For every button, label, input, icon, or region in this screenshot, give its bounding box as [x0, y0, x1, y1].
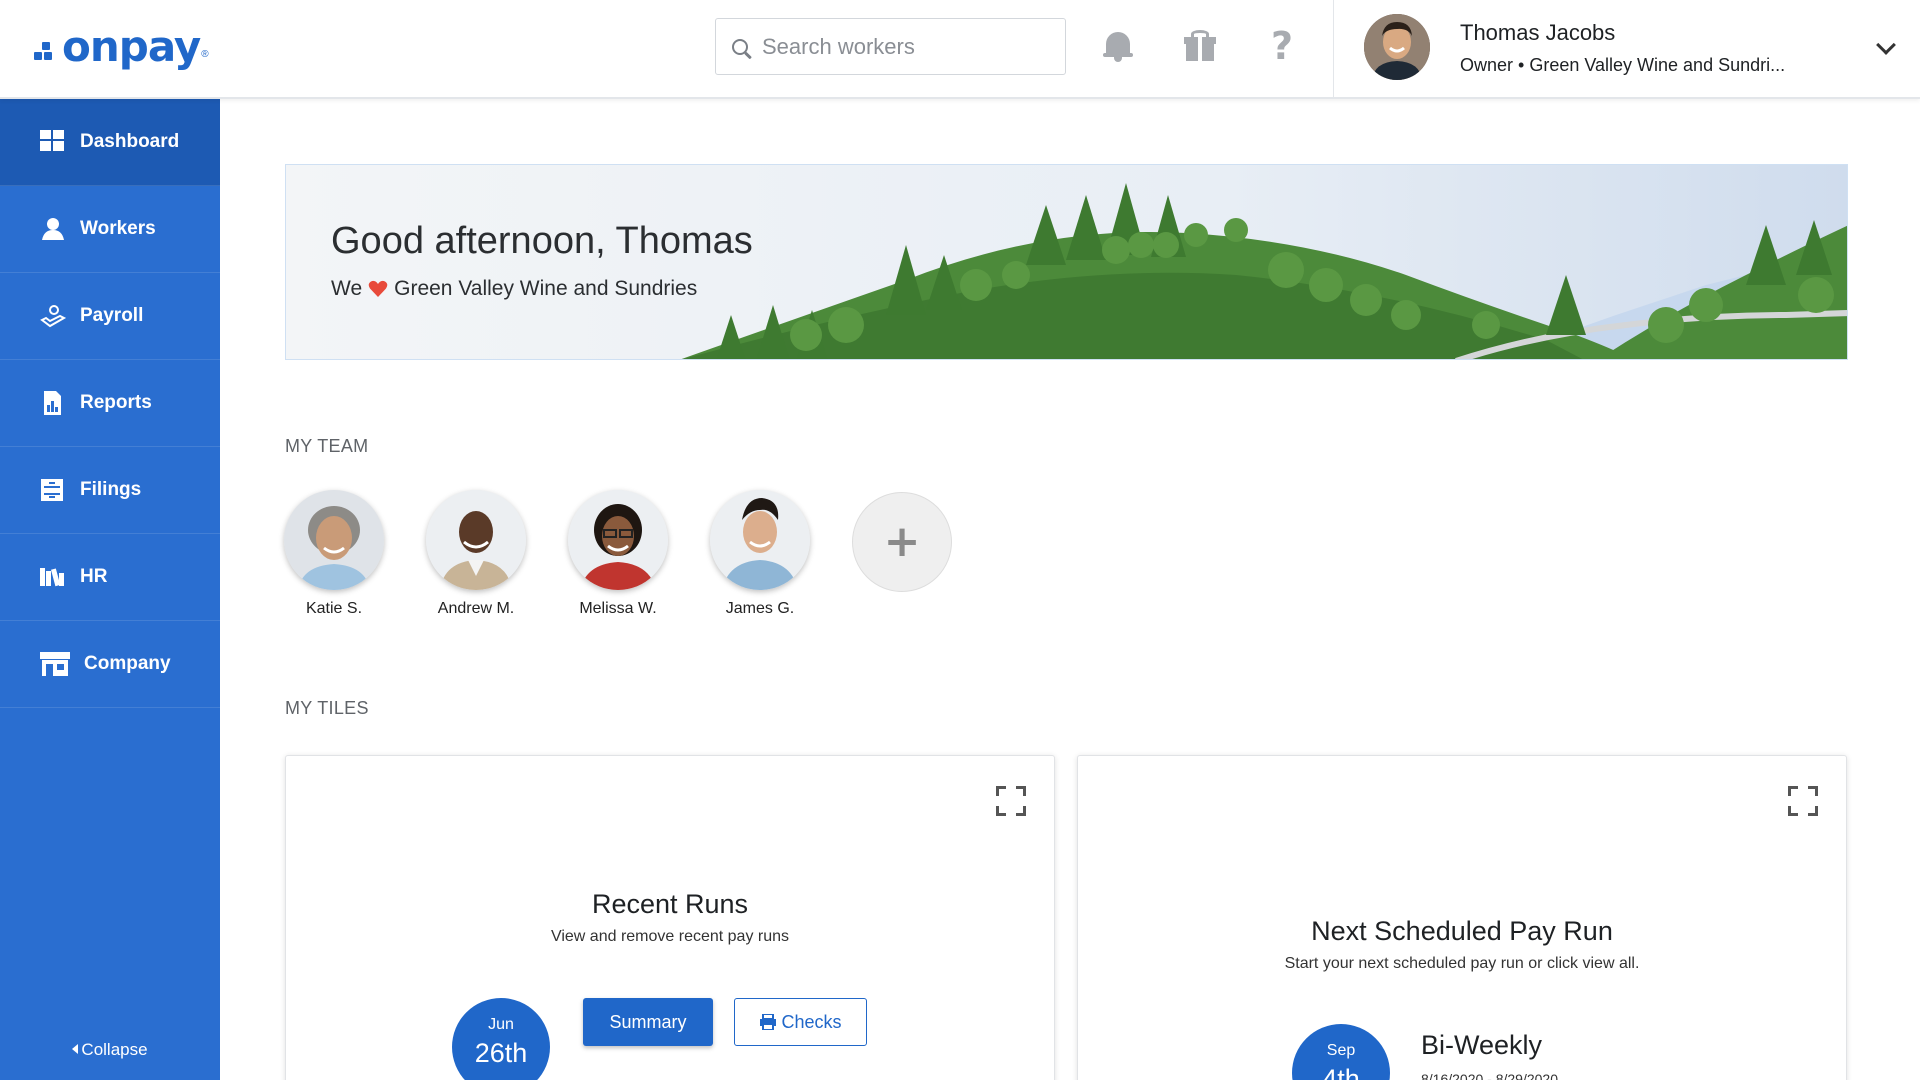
add-team-member-button[interactable]: + — [852, 492, 952, 592]
team-member-avatar[interactable] — [284, 490, 384, 590]
pay-frequency: Bi-Weekly — [1421, 1030, 1543, 1060]
sidebar-item-company[interactable]: Company — [0, 621, 220, 708]
payroll-icon — [40, 304, 67, 328]
greeting-subtitle: We Green Valley Wine and Sundries — [331, 277, 697, 301]
greeting-company: Green Valley Wine and Sundries — [394, 277, 698, 300]
chevron-down-icon[interactable] — [1876, 35, 1896, 55]
logo-registered-mark: ® — [201, 49, 209, 60]
sidebar-item-workers[interactable]: Workers — [0, 186, 220, 273]
expand-icon[interactable] — [996, 786, 1026, 816]
next-pay-run-day: 4th — [1322, 1064, 1360, 1080]
sidebar-item-label: Payroll — [80, 305, 144, 326]
tile-title: Recent Runs — [591, 889, 749, 919]
sidebar-item-hr[interactable]: HR — [0, 534, 220, 621]
next-pay-run-month: Sep — [1326, 1042, 1356, 1059]
collapse-button[interactable]: Collapse — [0, 1040, 220, 1060]
filings-icon — [40, 478, 66, 502]
sidebar-item-reports[interactable]: Reports — [0, 360, 220, 447]
hr-icon — [40, 565, 66, 589]
help-icon[interactable]: ? — [1262, 24, 1302, 68]
sidebar-item-dashboard[interactable]: Dashboard — [0, 99, 220, 186]
heart-icon — [368, 280, 388, 297]
pay-run-day: 26th — [474, 1038, 528, 1068]
tile-subtitle: View and remove recent pay runs — [550, 928, 790, 945]
printer-icon — [760, 1014, 777, 1030]
expand-icon[interactable] — [1788, 786, 1818, 816]
next-pay-run-tile: Next Scheduled Pay Run Start your next s… — [1077, 755, 1847, 1080]
pay-period-range: 8/16/2020 - 8/29/2020 — [1421, 1071, 1559, 1080]
team-member-name[interactable]: Katie S. — [264, 600, 404, 618]
search-icon — [732, 38, 748, 55]
my-tiles-label: MY TILES — [285, 698, 369, 718]
greeting-title: Good afternoon, Thomas — [331, 220, 753, 262]
sidebar-item-payroll[interactable]: Payroll — [0, 273, 220, 360]
sidebar-item-label: Company — [84, 653, 171, 674]
logo-text: onpay — [62, 21, 201, 71]
reports-icon — [40, 391, 66, 415]
user-name[interactable]: Thomas Jacobs — [1460, 20, 1615, 46]
team-member[interactable]: Andrew M. — [406, 490, 546, 618]
team-member-avatar[interactable] — [710, 490, 810, 590]
checks-button[interactable]: Checks — [734, 998, 867, 1046]
summary-button[interactable]: Summary — [583, 998, 713, 1046]
search-box[interactable] — [715, 18, 1066, 75]
onpay-logo[interactable]: onpay ® — [34, 21, 209, 71]
team-member[interactable]: Melissa W. — [548, 490, 688, 618]
tile-title: Next Scheduled Pay Run — [1311, 916, 1613, 946]
bell-icon[interactable] — [1098, 26, 1138, 66]
team-member-name[interactable]: James G. — [690, 600, 830, 618]
recent-runs-tile: Recent Runs View and remove recent pay r… — [285, 755, 1055, 1080]
plus-icon: + — [883, 516, 921, 567]
gift-icon[interactable] — [1180, 26, 1220, 66]
team-member[interactable]: Katie S. — [264, 490, 404, 618]
search-input[interactable] — [762, 33, 1042, 60]
header-divider — [1333, 0, 1334, 99]
tile-subtitle: Start your next scheduled pay run or cli… — [1284, 955, 1640, 972]
sidebar: Dashboard Workers Payroll Reports Filing… — [0, 99, 220, 1080]
sidebar-item-filings[interactable]: Filings — [0, 447, 220, 534]
collapse-label: Collapse — [81, 1040, 148, 1059]
chevron-left-icon — [72, 1044, 79, 1054]
pay-run-date[interactable]: Jun 26th — [452, 998, 550, 1080]
team-member-avatar[interactable] — [568, 490, 668, 590]
sidebar-item-label: Reports — [80, 392, 152, 413]
my-team-label: MY TEAM — [285, 436, 369, 456]
dashboard-icon — [40, 130, 66, 154]
user-role[interactable]: Owner • Green Valley Wine and Sundri... — [1460, 55, 1785, 76]
pay-run-month: Jun — [488, 1016, 514, 1033]
team-member-name[interactable]: Melissa W. — [548, 600, 688, 618]
sidebar-item-label: HR — [80, 566, 108, 587]
sidebar-item-label: Dashboard — [80, 131, 180, 152]
team-member[interactable]: James G. — [690, 490, 830, 618]
sidebar-item-label: Filings — [80, 479, 142, 500]
top-bar: onpay ® ? Thomas Jacobs Owner • Green Va… — [0, 0, 1920, 99]
sidebar-item-label: Workers — [80, 218, 156, 239]
company-icon — [40, 652, 70, 676]
team-member-avatar[interactable] — [426, 490, 526, 590]
logo-mark-icon — [34, 42, 58, 62]
user-avatar[interactable] — [1364, 14, 1430, 80]
greeting-prefix: We — [331, 277, 363, 300]
welcome-banner: Good afternoon, Thomas We Green Valley W… — [285, 164, 1848, 360]
team-member-name[interactable]: Andrew M. — [406, 600, 546, 618]
next-pay-run-date[interactable]: Sep 4th — [1292, 1024, 1390, 1080]
workers-icon — [40, 217, 66, 241]
checks-label: Checks — [781, 1011, 842, 1032]
